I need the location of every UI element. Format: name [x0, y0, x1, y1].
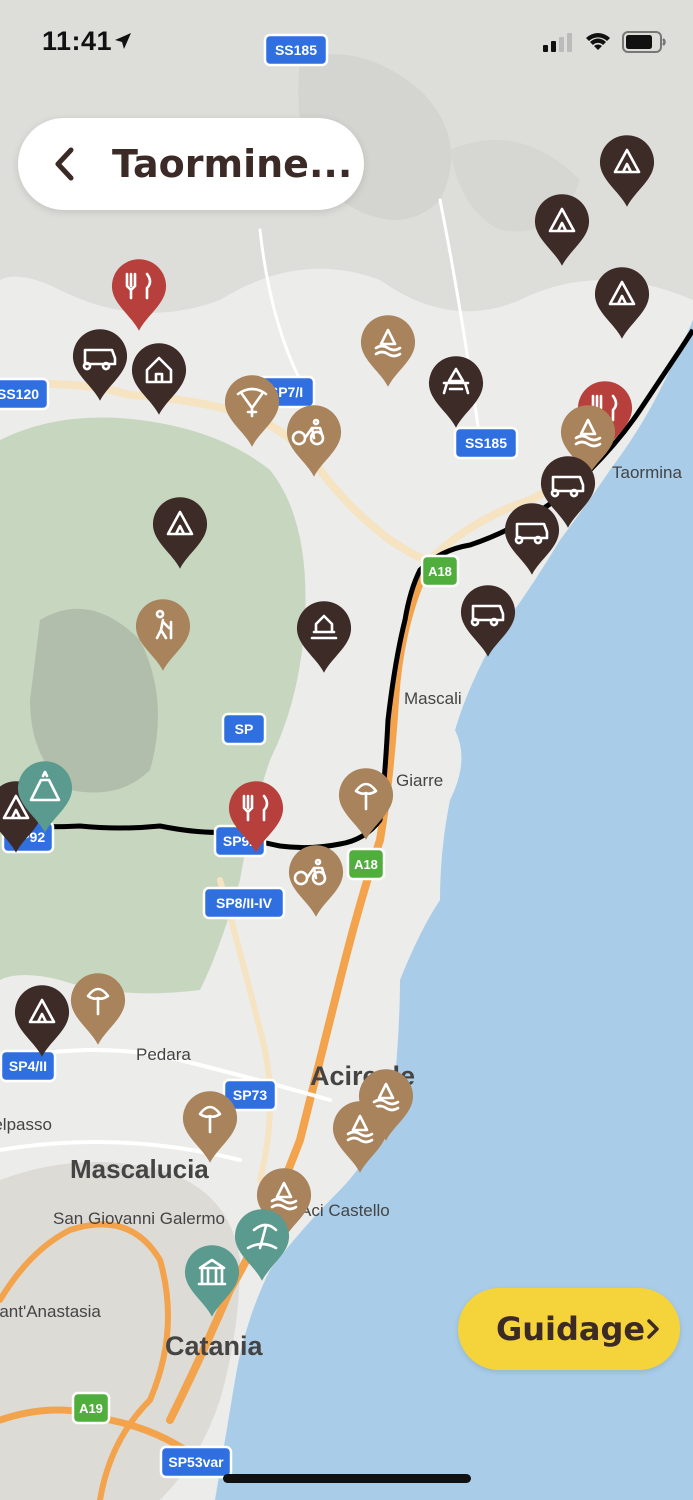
town-belpasso: Belpasso — [0, 1115, 52, 1134]
road-badge-label: SP — [235, 721, 254, 737]
road-badge-label: SP8/II-IV — [216, 895, 273, 911]
town-mascali: Mascali — [404, 689, 462, 708]
guidage-button[interactable]: Guidage — [458, 1288, 680, 1370]
cellular-signal-icon — [543, 33, 572, 52]
town-pedara: Pedara — [136, 1045, 191, 1064]
town-sant-anastasia: Sant'Anastasia — [0, 1302, 101, 1321]
road-badge-label: A18 — [354, 857, 378, 872]
guidage-label: Guidage — [496, 1310, 646, 1348]
road-badge-label: SP4/II — [9, 1058, 47, 1074]
road-badge: A18 — [346, 847, 386, 881]
wifi-icon — [586, 33, 610, 50]
road-badge: SS120 — [0, 377, 50, 411]
home-indicator — [223, 1474, 471, 1483]
town-mascalucia: Mascalucia — [70, 1154, 209, 1184]
chevron-right-icon — [647, 1319, 659, 1339]
status-bar: 11:41 — [0, 0, 693, 90]
road-badge: SP — [221, 712, 267, 746]
header-pill: Taormine... — [18, 118, 364, 210]
map[interactable]: Mascali Giarre Acireale Mascalucia San G… — [0, 0, 693, 1500]
road-badge: SS185 — [453, 426, 519, 460]
town-catania: Catania — [165, 1331, 264, 1361]
town-giarre: Giarre — [396, 771, 443, 790]
road-badge-label: SP53var — [168, 1454, 224, 1470]
road-badge: A19 — [71, 1391, 111, 1425]
road-badge-label: SS185 — [465, 435, 507, 451]
battery-icon — [622, 31, 666, 53]
road-badge: SP8/II-IV — [202, 886, 286, 920]
road-badge-label: SP73 — [233, 1087, 267, 1103]
town-san-giovanni-galermo: San Giovanni Galermo — [53, 1209, 225, 1228]
road-badge: A18 — [420, 554, 460, 588]
chevron-left-icon — [55, 147, 74, 181]
road-badge-label: SS120 — [0, 386, 39, 402]
road-badge: SP53var — [159, 1445, 233, 1479]
location-arrow-icon — [115, 33, 131, 49]
road-badge-label: A18 — [428, 564, 452, 579]
town-taormina: Taormina — [612, 463, 682, 482]
road-badge: SP4/II — [0, 1049, 57, 1083]
road-badge-label: A19 — [79, 1401, 103, 1416]
back-button[interactable] — [24, 118, 104, 210]
page-title: Taormine... — [112, 142, 353, 186]
status-time: 11:41 — [42, 26, 113, 56]
town-aci-castello: Aci Castello — [300, 1201, 390, 1220]
